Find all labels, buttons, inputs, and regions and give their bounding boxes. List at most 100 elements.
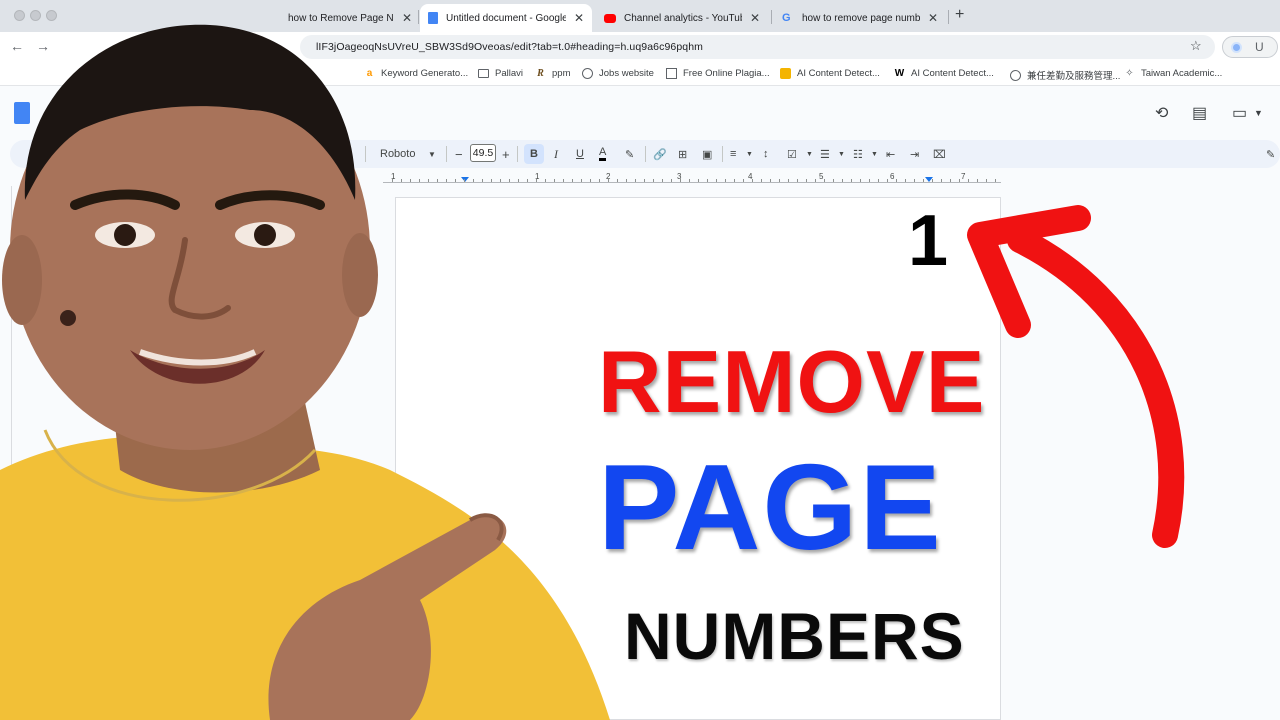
numbered-list-icon[interactable]: ☷ — [853, 146, 863, 162]
ruler-tick — [662, 179, 663, 182]
add-comment-icon[interactable]: ⊞ — [678, 146, 687, 162]
ruler-tick — [635, 179, 636, 182]
ruler-tick — [536, 179, 537, 182]
ruler-tick — [887, 179, 888, 182]
ruler-tick — [734, 179, 735, 182]
google-icon: G — [782, 12, 791, 24]
ruler-tick — [905, 179, 906, 182]
clear-formatting-icon[interactable]: ⌧ — [933, 146, 946, 162]
ruler-tick — [851, 179, 852, 182]
ruler-tick — [797, 179, 798, 182]
ruler-tick — [410, 179, 411, 182]
close-icon[interactable]: ✕ — [750, 11, 760, 25]
meet-camera-icon[interactable]: ▭ — [1232, 103, 1247, 123]
globe-icon — [1010, 69, 1021, 81]
bookmark-item[interactable]: AI Content Detect... — [780, 68, 880, 79]
ruler-tick — [545, 179, 546, 182]
ruler-tick — [680, 179, 681, 182]
close-icon[interactable]: ✕ — [928, 11, 938, 25]
ruler-tick — [923, 179, 924, 182]
ruler-tick — [518, 179, 519, 182]
bookmark-star-icon[interactable]: ☆ — [1190, 38, 1202, 54]
ruler-tick — [986, 179, 987, 182]
comments-icon[interactable]: ▤ — [1192, 103, 1207, 123]
ruler-tick — [563, 179, 564, 182]
ruler-tick — [806, 179, 807, 182]
ruler-tick — [941, 179, 942, 182]
line-spacing-icon[interactable]: ↕ — [763, 146, 769, 162]
ruler-tick — [824, 179, 825, 182]
bookmark-item[interactable]: W AI Content Detect... — [894, 68, 994, 79]
ruler-tick — [968, 179, 969, 182]
chevron-down-icon[interactable]: ▼ — [871, 146, 878, 162]
profile-avatar-icon — [1231, 42, 1242, 53]
ruler-tick — [617, 179, 618, 182]
ruler-tick — [959, 179, 960, 182]
ruler-tick — [599, 179, 600, 182]
presenter-photo — [0, 24, 610, 720]
bulleted-list-icon[interactable]: ☰ — [820, 146, 830, 162]
ruler-tick — [914, 179, 915, 182]
ai-detector-icon — [780, 68, 791, 79]
ruler-tick — [671, 179, 672, 182]
align-left-icon[interactable]: ≡ — [730, 146, 736, 162]
ruler-tick — [707, 179, 708, 182]
chevron-down-icon[interactable]: ▼ — [746, 146, 753, 162]
chevron-down-icon[interactable]: ▼ — [1254, 108, 1263, 118]
bookmark-item[interactable]: ✧ Taiwan Academic... — [1124, 68, 1222, 79]
decrease-indent-icon[interactable]: ⇤ — [886, 146, 895, 162]
ruler-tick — [590, 179, 591, 182]
ruler-tick — [878, 179, 879, 182]
ruler-tick — [761, 179, 762, 182]
new-tab-button[interactable]: + — [955, 6, 964, 24]
document-icon — [666, 68, 677, 79]
tab-title: how to remove page numbers — [802, 12, 920, 24]
ruler-tick — [401, 179, 402, 182]
writer-logo-icon: W — [894, 68, 905, 79]
ruler-tick — [626, 179, 627, 182]
ruler-tick — [716, 179, 717, 182]
ruler-tick — [527, 179, 528, 182]
ruler-tick — [437, 179, 438, 182]
ruler-tick — [770, 179, 771, 182]
insert-image-icon[interactable]: ▣ — [702, 146, 712, 162]
headline-numbers: NUMBERS — [624, 599, 965, 673]
ruler-tick — [698, 179, 699, 182]
ruler-tick — [428, 179, 429, 182]
ruler-tick — [608, 179, 609, 182]
bookmark-item[interactable]: 兼任差勤及服務管理... — [1010, 68, 1120, 82]
ruler-tick — [464, 179, 465, 182]
increase-indent-icon[interactable]: ⇥ — [910, 146, 919, 162]
ruler-tick — [779, 179, 780, 182]
version-history-icon[interactable]: ⟲ — [1155, 103, 1168, 123]
profile-button[interactable]: U — [1222, 36, 1278, 58]
taiwan-academic-icon: ✧ — [1125, 68, 1134, 79]
ruler-tick — [995, 179, 996, 182]
ruler-number: 5 — [819, 172, 824, 181]
ruler-tick — [842, 179, 843, 182]
ruler-tick — [491, 179, 492, 182]
ruler-tick — [644, 179, 645, 182]
headline-remove: REMOVE — [598, 332, 986, 431]
checklist-icon[interactable]: ☑ — [787, 146, 797, 162]
ruler-number: 6 — [890, 172, 895, 181]
bookmark-item[interactable]: Free Online Plagia... — [666, 68, 770, 79]
ruler-tick — [482, 179, 483, 182]
ruler-tick — [950, 179, 951, 182]
ruler-tick — [752, 179, 753, 182]
tab-title: Channel analytics - YouTube S — [624, 12, 742, 24]
ruler-tick — [653, 179, 654, 182]
ruler-tick — [419, 179, 420, 182]
editing-mode-pencil-icon[interactable]: ✎ — [1266, 146, 1275, 162]
ruler-tick — [932, 179, 933, 182]
ruler-tick — [473, 179, 474, 182]
ruler-number: 7 — [961, 172, 966, 181]
chevron-down-icon[interactable]: ▼ — [838, 146, 845, 162]
thumbnail-stage: how to Remove Page Nu ✕ Untitled documen… — [0, 0, 1280, 720]
ruler-tick — [788, 179, 789, 182]
ruler-tick — [977, 179, 978, 182]
tab-google-search[interactable]: G how to remove page numbers ✕ — [774, 4, 946, 32]
ruler-tick — [554, 179, 555, 182]
chevron-down-icon[interactable]: ▼ — [806, 146, 813, 162]
insert-link-icon[interactable]: 🔗 — [653, 146, 667, 162]
